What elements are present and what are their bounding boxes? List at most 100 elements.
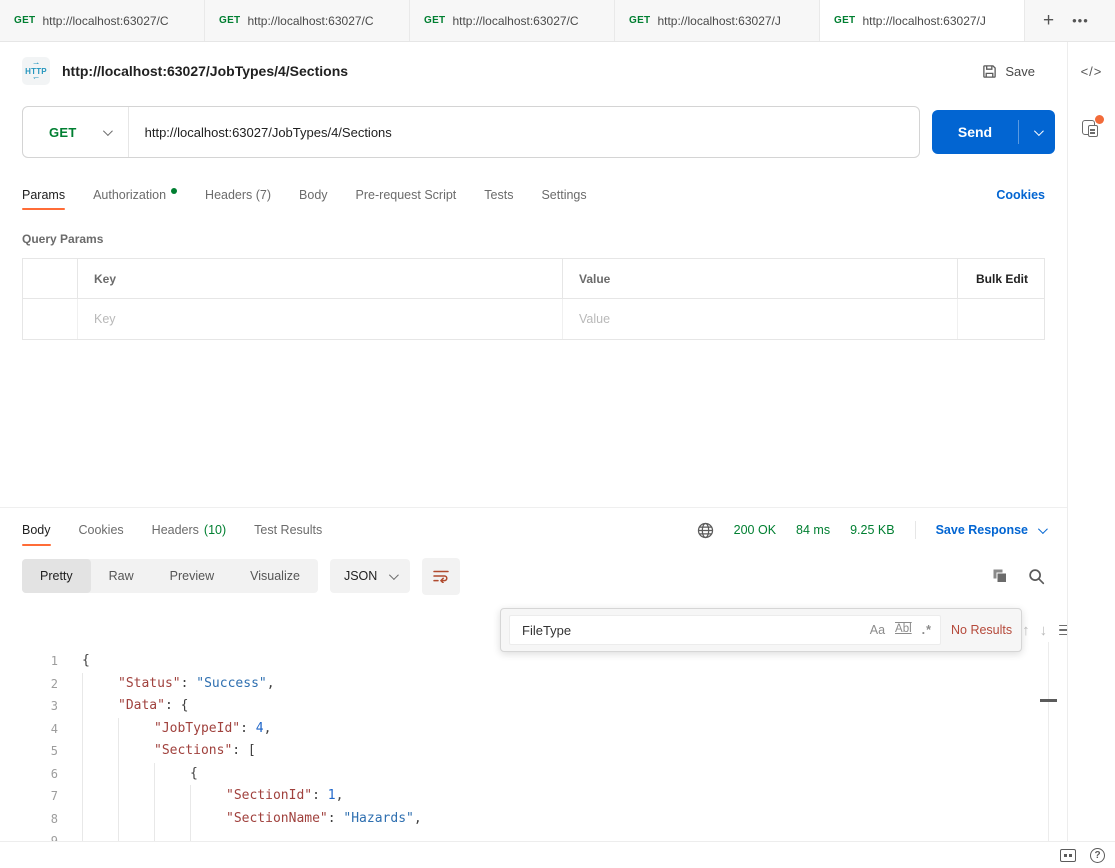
request-tab[interactable]: GEThttp://localhost:63027/J (820, 0, 1025, 41)
arrow-left-icon: ↽ (33, 76, 39, 81)
request-tab[interactable]: GET http://localhost:63027/C (205, 0, 410, 41)
query-params-header-row: Key Value Bulk Edit (23, 259, 1044, 299)
token: "Hazards" (343, 808, 413, 831)
save-response-button[interactable]: Save Response (936, 523, 1045, 537)
request-tab[interactable]: GEThttp://localhost:63027/C (410, 0, 615, 41)
tab-tests[interactable]: Tests (484, 174, 513, 216)
line-content (58, 830, 226, 841)
view-tab-preview[interactable]: Preview (152, 559, 232, 593)
tab-more-options-icon[interactable]: ••• (1072, 13, 1089, 28)
indent-guide (82, 808, 118, 831)
response-toolbar: PrettyRawPreviewVisualize JSON (0, 552, 1067, 600)
tab-title-label: http://localhost:63027/C (247, 14, 373, 28)
tab-method-label: GET (219, 15, 240, 26)
editor-scroll-track (1048, 642, 1049, 841)
send-options-button[interactable] (1019, 110, 1055, 154)
response-tab-cookies[interactable]: Cookies (79, 508, 124, 552)
indent-guide (118, 785, 154, 808)
response-tab-test-results[interactable]: Test Results (254, 508, 322, 552)
code-snippet-icon[interactable]: </> (1081, 64, 1103, 79)
find-next-button[interactable]: ↓ (1040, 622, 1048, 639)
indent-guide (118, 830, 154, 841)
request-tab-strip: GET http://localhost:63027/C GEThttp://loc… (0, 0, 1115, 42)
http-request-icon: ⇀ HTTP ↽ (22, 57, 50, 85)
status-code: 200 OK (734, 523, 776, 537)
response-tab-headers[interactable]: Headers (10) (152, 508, 226, 552)
whole-word-toggle[interactable]: Abl (895, 624, 912, 636)
indent-guide (190, 830, 226, 841)
console-icon[interactable] (1060, 849, 1076, 862)
chevron-down-icon (1033, 126, 1043, 136)
new-tab-button[interactable]: + (1043, 11, 1054, 30)
code-line: 6{ (0, 763, 1067, 786)
chevron-down-icon (1038, 524, 1048, 534)
indent-guide (82, 718, 118, 741)
view-tab-pretty[interactable]: Pretty (22, 559, 91, 593)
documentation-icon[interactable] (1082, 117, 1102, 139)
view-tab-visualize[interactable]: Visualize (232, 559, 318, 593)
line-content: "Status": "Success", (58, 673, 275, 696)
match-case-toggle[interactable]: Aa (870, 624, 885, 637)
token: "Success" (196, 673, 266, 696)
send-button[interactable]: Send (932, 110, 1055, 154)
line-number: 9 (0, 830, 58, 841)
key-column-header: Key (78, 259, 563, 298)
page-shape (1088, 125, 1098, 137)
indent-guide (118, 763, 154, 786)
request-tabs: Params Authorization Headers (7) Body Pre-re… (22, 174, 587, 216)
line-shape (1090, 132, 1095, 134)
token: 1 (328, 785, 336, 808)
token: { (190, 763, 198, 786)
view-tab-raw[interactable]: Raw (91, 559, 152, 593)
tab-settings[interactable]: Settings (541, 174, 586, 216)
cookies-link[interactable]: Cookies (996, 188, 1045, 202)
line-content: "Data": { (58, 695, 188, 718)
tab-authorization[interactable]: Authorization (93, 174, 177, 216)
query-params-table: Key Value Bulk Edit (22, 258, 1045, 340)
bulk-edit-button[interactable]: Bulk Edit (976, 272, 1028, 286)
save-button[interactable]: Save (972, 58, 1045, 85)
response-tab-body[interactable]: Body (22, 508, 51, 552)
tab-label: Pre-request Script (356, 188, 457, 202)
line-number: 3 (0, 695, 58, 718)
row-checkbox-cell[interactable] (23, 299, 78, 339)
notification-dot (1095, 115, 1104, 124)
find-in-selection-toggle[interactable] (1059, 625, 1067, 636)
tab-body[interactable]: Body (299, 174, 328, 216)
indent-guide (154, 763, 190, 786)
indent-guide (154, 808, 190, 831)
divider (915, 521, 916, 539)
find-previous-button[interactable]: ↑ (1022, 622, 1030, 639)
toolbar-right (992, 568, 1045, 585)
response-body-editor: Aa Abl .* No Results ↑ ↓ × 1{2"Status": … (0, 600, 1067, 841)
token: , (264, 718, 272, 741)
token: , (267, 673, 275, 696)
tab-pre-request-script[interactable]: Pre-request Script (356, 174, 457, 216)
tab-params[interactable]: Params (22, 174, 65, 216)
url-box: GET http://localhost:63027/JobTypes/4/Se… (22, 106, 920, 158)
regex-toggle[interactable]: .* (922, 624, 932, 637)
code-line: 3"Data": { (0, 695, 1067, 718)
code-line: 9 (0, 830, 1067, 841)
chevron-down-icon (103, 126, 113, 136)
param-key-input[interactable] (94, 312, 546, 326)
param-value-input[interactable] (579, 312, 941, 326)
indent-guide (82, 673, 118, 696)
indent-guide (82, 785, 118, 808)
line-number: 4 (0, 718, 58, 741)
method-selector[interactable]: GET (23, 125, 128, 140)
search-response-button[interactable] (1028, 568, 1045, 585)
tab-headers-7[interactable]: Headers (7) (205, 174, 271, 216)
request-tab[interactable]: GEThttp://localhost:63027/C (0, 0, 205, 41)
save-response-label: Save Response (936, 523, 1028, 537)
find-input[interactable] (522, 623, 860, 638)
tab-label: Headers (152, 523, 199, 537)
url-input[interactable]: http://localhost:63027/JobTypes/4/Sectio… (129, 125, 392, 140)
request-tab[interactable]: GEThttp://localhost:63027/J (615, 0, 820, 41)
wrap-lines-button[interactable] (422, 558, 460, 595)
line-content: { (58, 650, 90, 673)
format-selector[interactable]: JSON (330, 559, 410, 593)
help-icon[interactable]: ? (1090, 848, 1105, 863)
copy-response-button[interactable] (992, 568, 1008, 584)
editor-scroll-handle[interactable] (1040, 699, 1057, 702)
